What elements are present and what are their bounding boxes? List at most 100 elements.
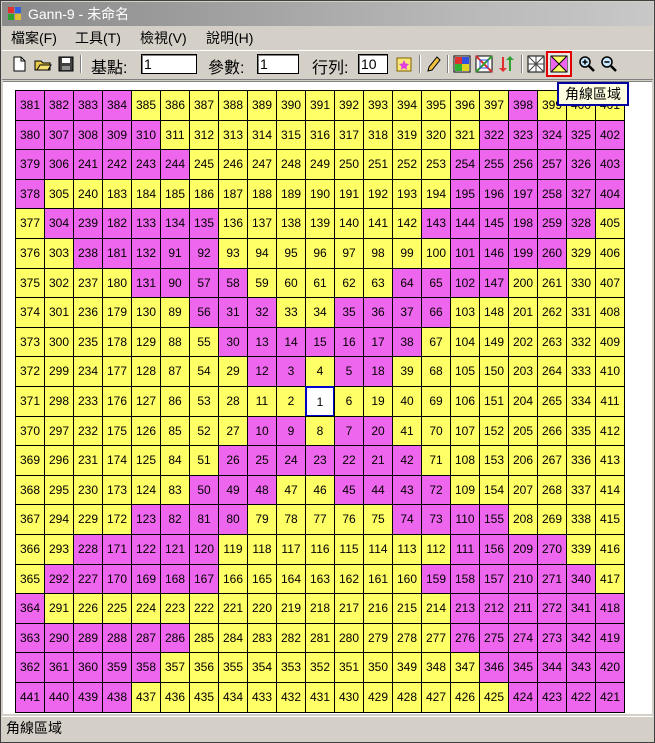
grid-cell[interactable]: 83: [160, 475, 190, 505]
grid-cell[interactable]: 93: [218, 238, 248, 269]
grid-cell[interactable]: 116: [305, 534, 335, 565]
grid-cell[interactable]: 90: [160, 268, 190, 298]
grid-cell[interactable]: 175: [102, 416, 132, 446]
grid-cell[interactable]: 374: [15, 297, 45, 328]
grid-cell[interactable]: 431: [305, 682, 335, 713]
grid-cell[interactable]: 227: [73, 564, 103, 594]
grid-cell[interactable]: 306: [44, 149, 74, 180]
grid-cell[interactable]: 250: [334, 149, 364, 180]
grid-cell[interactable]: 390: [276, 90, 306, 121]
grid-cell[interactable]: 285: [189, 623, 219, 653]
grid-cell[interactable]: 410: [595, 356, 625, 387]
grid-cell[interactable]: 277: [421, 623, 451, 653]
grid-cell[interactable]: 80: [218, 504, 248, 535]
grid-cell[interactable]: 157: [479, 564, 509, 594]
grid-cell[interactable]: 292: [44, 564, 74, 594]
grid-cell[interactable]: 402: [595, 120, 625, 150]
grid-cell[interactable]: 179: [102, 297, 132, 328]
grid-cell[interactable]: 406: [595, 238, 625, 269]
grid-cell[interactable]: 421: [595, 682, 625, 713]
grid-cell[interactable]: 127: [131, 386, 161, 417]
grid-cell[interactable]: 397: [479, 90, 509, 121]
grid-cell[interactable]: 124: [131, 475, 161, 505]
grid-cell[interactable]: 164: [276, 564, 306, 594]
grid-cell[interactable]: 313: [218, 120, 248, 150]
grid-cell[interactable]: 428: [392, 682, 422, 713]
grid-cell[interactable]: 191: [334, 179, 364, 209]
grid-cell[interactable]: 290: [44, 623, 74, 653]
save-disk-icon[interactable]: [57, 55, 75, 73]
grid-cell[interactable]: 218: [305, 593, 335, 624]
grid-cell[interactable]: 160: [392, 564, 422, 594]
grid-cell[interactable]: 189: [276, 179, 306, 209]
grid-cell[interactable]: 429: [363, 682, 393, 713]
grid-cell[interactable]: 138: [276, 208, 306, 239]
grid-cell[interactable]: 432: [276, 682, 306, 713]
grid-cell[interactable]: 223: [160, 593, 190, 624]
grid-cell[interactable]: 142: [392, 208, 422, 239]
grid-cell[interactable]: 234: [73, 356, 103, 387]
grid-cell[interactable]: 63: [363, 268, 393, 298]
grid-cell[interactable]: 71: [421, 445, 451, 476]
grid-cell[interactable]: 278: [392, 623, 422, 653]
grid-cell[interactable]: 247: [247, 149, 277, 180]
grid-cell[interactable]: 163: [305, 564, 335, 594]
grid-cell[interactable]: 249: [305, 149, 335, 180]
grid-cell[interactable]: 100: [421, 238, 451, 269]
grid-cell[interactable]: 144: [450, 208, 480, 239]
grid-cell[interactable]: 173: [102, 475, 132, 505]
grid-cell[interactable]: 128: [131, 356, 161, 387]
grid-cell[interactable]: 332: [566, 327, 596, 357]
grid-cell[interactable]: 73: [421, 504, 451, 535]
gann-canvas[interactable]: 381 382 383 384 385 386 387 388 389 390 391 392 393 3…: [3, 81, 652, 714]
new-file-icon[interactable]: [10, 55, 28, 73]
grid-cell[interactable]: 121: [160, 534, 190, 565]
grid-cell[interactable]: 259: [537, 208, 567, 239]
grid-cell[interactable]: 439: [73, 682, 103, 713]
grid-cell[interactable]: 389: [247, 90, 277, 121]
grid-cell[interactable]: 19: [363, 386, 393, 417]
grid-cell[interactable]: 248: [276, 149, 306, 180]
grid-cell[interactable]: 427: [421, 682, 451, 713]
grid-cell[interactable]: 106: [450, 386, 480, 417]
grid-cell[interactable]: 78: [276, 504, 306, 535]
grid-cell[interactable]: 315: [276, 120, 306, 150]
grid-cell[interactable]: 376: [15, 238, 45, 269]
color-grid-icon[interactable]: [453, 55, 471, 73]
grid-cell[interactable]: 15: [305, 327, 335, 357]
grid-cell[interactable]: 52: [189, 416, 219, 446]
grid-cell[interactable]: 177: [102, 356, 132, 387]
grid-cell[interactable]: 115: [334, 534, 364, 565]
grid-cell[interactable]: 50: [189, 475, 219, 505]
grid-cell[interactable]: 420: [595, 652, 625, 683]
grid-cell[interactable]: 264: [537, 356, 567, 387]
grid-cell[interactable]: 415: [595, 504, 625, 535]
grid-cell[interactable]: 22: [334, 445, 364, 476]
grid-cell[interactable]: 8: [305, 416, 335, 446]
grid-cell[interactable]: 398: [508, 90, 538, 121]
grid-cell[interactable]: 377: [15, 208, 45, 239]
grid-cell[interactable]: 197: [508, 179, 538, 209]
apply-star-icon[interactable]: [395, 55, 413, 73]
grid-cell[interactable]: 366: [15, 534, 45, 565]
grid-cell[interactable]: 362: [15, 652, 45, 683]
grid-cell[interactable]: 305: [44, 179, 74, 209]
grid-cell[interactable]: 219: [276, 593, 306, 624]
grid-cell[interactable]: 235: [73, 327, 103, 357]
grid-cell[interactable]: 392: [334, 90, 364, 121]
grid-cell[interactable]: 156: [479, 534, 509, 565]
grid-cell[interactable]: 385: [131, 90, 161, 121]
rows-cols-input[interactable]: 10: [358, 54, 388, 74]
grid-cell[interactable]: 289: [73, 623, 103, 653]
grid-cell[interactable]: 349: [392, 652, 422, 683]
grid-cell[interactable]: 46: [305, 475, 335, 505]
pencil-icon[interactable]: [425, 55, 443, 73]
grid-cell[interactable]: 170: [102, 564, 132, 594]
grid-cell[interactable]: 27: [218, 416, 248, 446]
grid-cell[interactable]: 126: [131, 416, 161, 446]
grid-cell[interactable]: 403: [595, 149, 625, 180]
grid-cell[interactable]: 380: [15, 120, 45, 150]
grid-cell[interactable]: 6: [334, 386, 364, 417]
grid-cell[interactable]: 212: [479, 593, 509, 624]
grid-cell[interactable]: 95: [276, 238, 306, 269]
